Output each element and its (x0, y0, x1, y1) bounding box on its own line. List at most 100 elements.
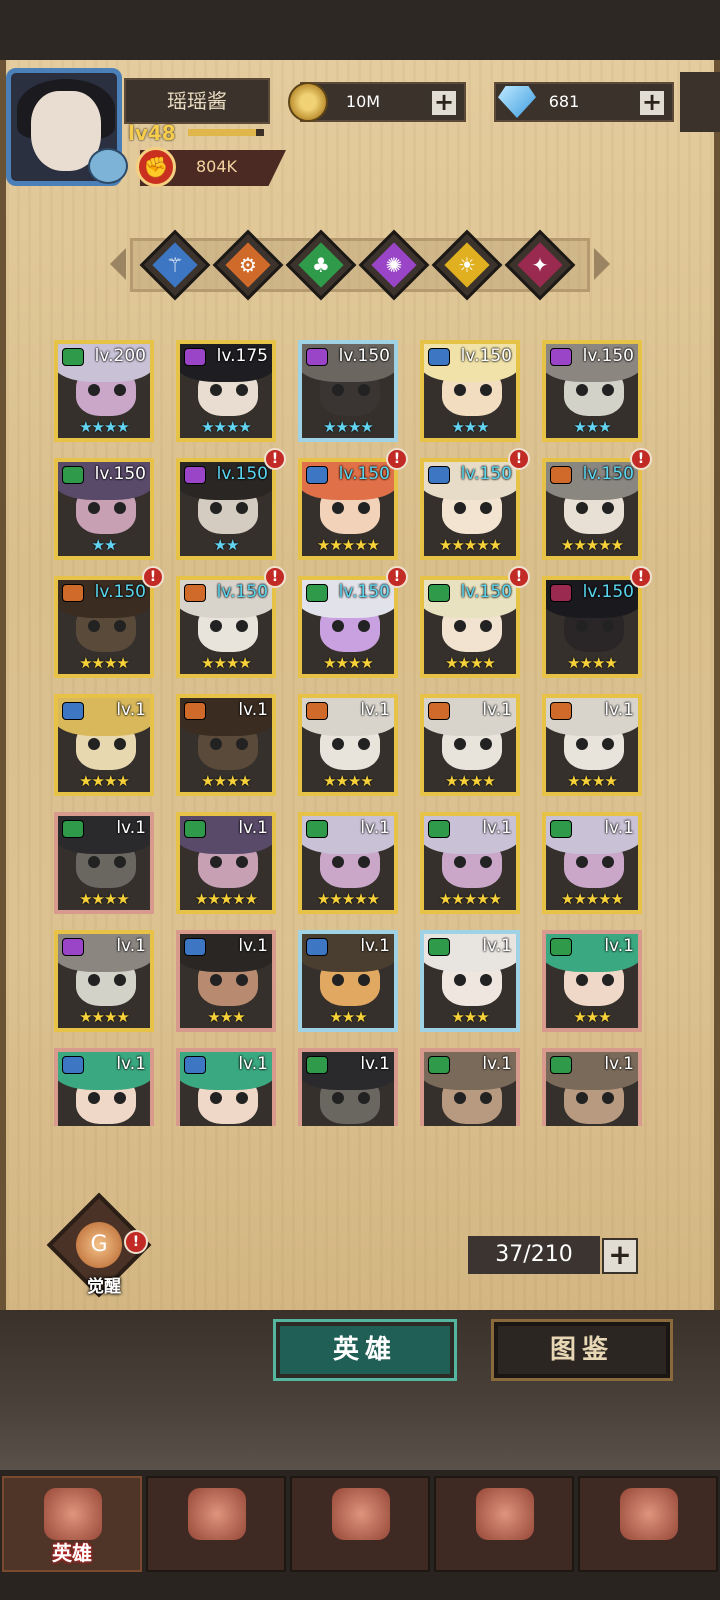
hero-stars: ★★★★ (79, 890, 130, 908)
hero-eye (480, 974, 492, 986)
hero-card[interactable]: lv.1 (542, 1048, 642, 1126)
hero-card[interactable]: lv.150 ★★★ (420, 340, 520, 442)
hero-class-icon (306, 584, 328, 602)
hero-class-icon (550, 348, 572, 366)
nav-guild-crest[interactable] (578, 1476, 718, 1572)
hero-card[interactable]: lv.150 ★★★★★! (542, 448, 652, 560)
hero-stars: ★★★ (451, 1008, 489, 1026)
nav-crossed-swords[interactable] (290, 1476, 430, 1572)
ship-flag-icon (188, 1488, 246, 1540)
hero-card[interactable]: lv.1 ★★★ (420, 930, 520, 1032)
hero-card[interactable]: lv.1 (298, 1048, 398, 1126)
hero-level: lv.200 (94, 346, 146, 366)
hero-card[interactable]: lv.1 ★★★★★ (420, 812, 520, 914)
hero-level: lv.1 (360, 1054, 390, 1074)
demon-faction-icon-glyph: ✦ (531, 253, 549, 277)
hero-class-icon (306, 820, 328, 838)
hero-card[interactable]: lv.1 ★★★★★ (176, 812, 276, 914)
hero-card[interactable]: lv.150 ★★★★! (420, 566, 530, 678)
hero-level: lv.150 (338, 346, 390, 366)
hero-eye (454, 974, 466, 986)
hero-eye (88, 856, 100, 868)
hero-level: lv.1 (116, 936, 146, 956)
hero-card[interactable]: lv.150 ★★★★! (542, 566, 652, 678)
hero-class-icon (550, 584, 572, 602)
filter-right-arrow-icon[interactable] (594, 248, 610, 280)
hero-card[interactable]: lv.200 ★★★★ (54, 340, 154, 442)
hero-eye (602, 738, 614, 750)
hero-card[interactable]: lv.1 ★★★ (298, 930, 398, 1032)
hero-eye (576, 384, 588, 396)
hero-eye (114, 1092, 126, 1104)
header-edge (680, 72, 720, 132)
hero-level: lv.1 (116, 700, 146, 720)
hero-card[interactable]: lv.1 ★★★★ (54, 930, 154, 1032)
hero-card[interactable]: lv.150 ★★ (54, 458, 154, 560)
hero-level: lv.1 (116, 1054, 146, 1074)
hero-card[interactable]: lv.150 ★★★★★! (420, 448, 530, 560)
hero-stars: ★★★★ (201, 654, 252, 672)
hero-stars: ★★★ (207, 1008, 245, 1026)
hero-eye (332, 384, 344, 396)
hero-card[interactable]: lv.150 ★★★★★! (298, 448, 408, 560)
hero-card[interactable]: lv.150 ★★★★! (54, 566, 164, 678)
hero-class-icon (62, 938, 84, 956)
nav-helmet[interactable]: 英雄 (2, 1476, 142, 1572)
hero-card[interactable]: lv.1 (54, 1048, 154, 1126)
hero-eye (358, 502, 370, 514)
add-gold-button[interactable]: + (430, 89, 458, 117)
hero-class-icon (428, 702, 450, 720)
hero-stars: ★★★★ (79, 772, 130, 790)
hero-card[interactable]: lv.1 (420, 1048, 520, 1126)
add-gems-button[interactable]: + (638, 89, 666, 117)
hero-card[interactable]: lv.1 ★★★★ (298, 694, 398, 796)
hero-card[interactable]: lv.1 ★★★★★ (298, 812, 398, 914)
hero-card[interactable]: lv.1 ★★★★ (176, 694, 276, 796)
filter-left-arrow-icon[interactable] (110, 248, 126, 280)
hero-stars: ★★★★ (79, 1008, 130, 1026)
tab-codex[interactable]: 图鉴 (491, 1319, 673, 1381)
hero-eye (358, 738, 370, 750)
hero-eye (114, 620, 126, 632)
nav-castle-tower[interactable] (434, 1476, 574, 1572)
hero-level: lv.150 (582, 346, 634, 366)
hero-stars: ★★★★ (567, 772, 618, 790)
tab-heroes[interactable]: 英雄 (273, 1319, 457, 1381)
gold-coin-icon (288, 82, 328, 122)
hero-card[interactable]: lv.1 ★★★★ (542, 694, 642, 796)
hero-class-icon (62, 820, 84, 838)
arcane-faction-icon-glyph: ✺ (385, 253, 403, 277)
hero-alert-badge: ! (630, 448, 652, 470)
hero-card[interactable]: lv.1 ★★★★ (54, 812, 154, 914)
hero-eye (114, 738, 126, 750)
hero-level: lv.175 (216, 346, 268, 366)
hero-stars: ★★★★ (567, 654, 618, 672)
pet-badge-icon (88, 148, 128, 184)
hero-card[interactable]: lv.1 ★★★★ (54, 694, 154, 796)
nav-ship-flag[interactable] (146, 1476, 286, 1572)
hero-eye (114, 384, 126, 396)
hero-card[interactable]: lv.1 (176, 1048, 276, 1126)
hero-card[interactable]: lv.150 ★★★ (542, 340, 642, 442)
hero-level: lv.1 (360, 700, 390, 720)
hero-class-icon (306, 938, 328, 956)
hero-eye (114, 974, 126, 986)
hero-stars: ★★★★ (79, 654, 130, 672)
gear-faction-icon-glyph: ⚙ (239, 253, 257, 277)
hero-card[interactable]: lv.150 ★★★★ (298, 340, 398, 442)
hero-level: lv.1 (604, 700, 634, 720)
hero-card[interactable]: lv.1 ★★★★ (420, 694, 520, 796)
hero-card[interactable]: lv.150 ★★! (176, 448, 286, 560)
hero-level: lv.150 (460, 582, 512, 602)
hero-stars: ★★ (213, 536, 240, 554)
hero-card[interactable]: lv.150 ★★★★! (298, 566, 408, 678)
hero-card[interactable]: lv.175 ★★★★ (176, 340, 276, 442)
hero-card[interactable]: lv.1 ★★★★★ (542, 812, 642, 914)
hero-stars: ★★★★★ (438, 890, 502, 908)
hero-card[interactable]: lv.1 ★★★ (542, 930, 642, 1032)
hero-card[interactable]: lv.1 ★★★ (176, 930, 276, 1032)
expand-slots-button[interactable]: + (602, 1238, 638, 1274)
hero-stars: ★★★★★ (560, 890, 624, 908)
hero-card[interactable]: lv.150 ★★★★! (176, 566, 286, 678)
hero-eye (576, 620, 588, 632)
